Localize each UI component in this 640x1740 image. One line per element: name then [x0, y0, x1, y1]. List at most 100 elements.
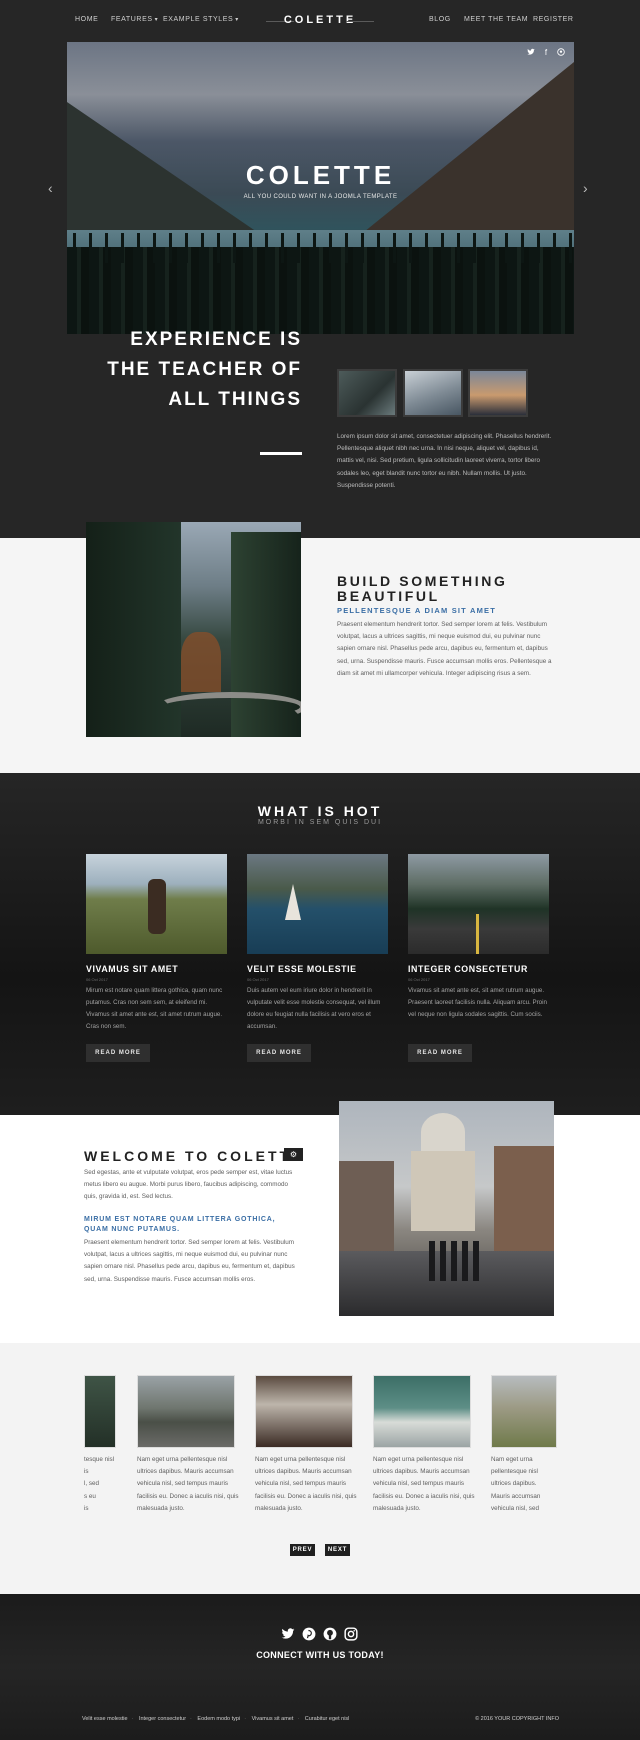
instagram-icon[interactable]: [344, 1627, 358, 1641]
cathedral: [411, 1151, 475, 1231]
footer-links: Velit esse molestie · Integer consectetur…: [82, 1716, 349, 1722]
title-underline: [260, 452, 302, 455]
footer-link-4[interactable]: Vivamus sit amet: [252, 1716, 294, 1722]
link-separator: ·: [190, 1716, 192, 1722]
carousel-text-2: Nam eget urna pellentesque nisl ultrices…: [255, 1456, 357, 1512]
footer-link-5[interactable]: Curabitur eget nisl: [305, 1716, 350, 1722]
build-title: BUILD SOMETHING BEAUTIFUL: [337, 573, 508, 604]
carousel-text-4: Nam eget urna pellentesque nisl ultrices…: [491, 1456, 541, 1512]
facebook-icon[interactable]: f: [541, 48, 551, 57]
hero-title: COLETTE: [245, 160, 396, 190]
building-left: [339, 1161, 394, 1261]
nav-features-label: FEATURES: [111, 16, 153, 23]
welcome-subtitle: MIRUM EST NOTARE QUAM LITTERA GOTHICA, Q…: [84, 1216, 276, 1233]
card-text-2: Duis autem vel eum iriure dolor in hendr…: [247, 987, 381, 1030]
card-image-road[interactable]: [408, 854, 549, 954]
nav-features[interactable]: FEATURES ▾: [111, 16, 158, 23]
what-is-hot-section: WHAT IS HOT MORBI IN SEM QUIS DUI VIVAMU…: [0, 773, 640, 1115]
chevron-down-icon: ▾: [235, 17, 239, 23]
hot-subtitle: MORBI IN SEM QUIS DUI: [257, 819, 383, 826]
twitter-icon[interactable]: [281, 1627, 295, 1641]
site-logo[interactable]: COLETTE: [270, 14, 370, 26]
build-text: Praesent elementum hendrerit tortor. Sed…: [337, 621, 552, 677]
card-date-1: 06 Oct 2017: [86, 977, 108, 982]
gallery-thumb-1[interactable]: [337, 369, 397, 417]
card-image-sailboat[interactable]: [247, 854, 388, 954]
welcome-body-text: Praesent elementum hendrerit tortor. Sed…: [84, 1239, 295, 1283]
chevron-down-icon: ▾: [154, 17, 159, 23]
logo-divider-right: [346, 21, 374, 22]
autumn-foliage: [181, 632, 221, 692]
carousel-text-partial: tesque nisl is l, sed s eu is: [84, 1456, 115, 1512]
connect-heading: CONNECT WITH US TODAY!: [256, 1650, 384, 1660]
hero-subtitle: ALL YOU COULD WANT IN A JOOMLA TEMPLATE: [243, 194, 398, 200]
build-section: BUILD SOMETHING BEAUTIFUL PELLENTESQUE A…: [0, 522, 640, 773]
road-line: [476, 914, 479, 954]
gallery-thumb-3[interactable]: [468, 369, 528, 417]
github-icon[interactable]: [323, 1627, 337, 1641]
read-more-button-3[interactable]: READ MORE: [408, 1044, 472, 1062]
sailboat: [285, 884, 301, 920]
link-separator: ·: [131, 1716, 134, 1722]
copyright: © 2016 YOUR COPYRIGHT INFO: [475, 1716, 559, 1722]
card-title-1[interactable]: VIVAMUS SIT AMET: [86, 964, 178, 974]
nav-meet-the-team[interactable]: MEET THE TEAM: [464, 16, 528, 23]
card-title-2[interactable]: VELIT ESSE MOLESTIE: [247, 964, 357, 974]
experience-text: Lorem ipsum dolor sit amet, consectetuer…: [337, 433, 552, 489]
winding-road: [156, 692, 301, 722]
site-header: HOME FEATURES ▾ EXAMPLE STYLES ▾ COLETTE B…: [0, 0, 640, 42]
site-footer: CONNECT WITH US TODAY! Velit esse molest…: [0, 1594, 640, 1740]
footer-link-1[interactable]: Velit esse molestie: [82, 1716, 128, 1722]
hot-title: WHAT IS HOT: [257, 803, 383, 819]
nav-home[interactable]: HOME: [75, 16, 98, 23]
forest: [67, 233, 574, 334]
gallery-thumb-2[interactable]: [403, 369, 463, 417]
forest-road-image: [86, 522, 301, 737]
carousel-image-partial[interactable]: [84, 1375, 116, 1448]
hero-slide-image: COLETTE ALL YOU COULD WANT IN A JOOMLA T…: [67, 42, 574, 334]
read-more-button-2[interactable]: READ MORE: [247, 1044, 311, 1062]
mountain-right: [364, 62, 574, 232]
carousel-prev-button[interactable]: PREV: [290, 1544, 315, 1556]
card-date-2: 06 Oct 2017: [247, 977, 269, 982]
cathedral-dome: [421, 1113, 465, 1151]
building-right: [494, 1146, 554, 1266]
nav-register[interactable]: REGISTER: [533, 16, 574, 23]
gear-icon[interactable]: ⚙: [284, 1148, 303, 1161]
carousel-section: tesque nisl is l, sed s eu is Nam eget u…: [0, 1343, 640, 1594]
link-separator: ·: [297, 1716, 300, 1722]
card-text-3: Vivamus sit amet ante est, sit amet rutr…: [408, 987, 547, 1018]
nav-blog[interactable]: BLOG: [429, 16, 451, 23]
nav-example-styles-label: EXAMPLE STYLES: [163, 16, 234, 23]
read-more-button-1[interactable]: READ MORE: [86, 1044, 150, 1062]
carousel-text-3: Nam eget urna pellentesque nisl ultrices…: [373, 1456, 475, 1512]
pinterest-icon[interactable]: [302, 1627, 316, 1641]
card-text-1: Mirum est notare quam littera gothica, q…: [86, 987, 223, 1030]
card-date-3: 06 Oct 2017: [408, 977, 430, 982]
pinterest-icon[interactable]: [556, 48, 566, 58]
welcome-section: WELCOME TO COLETTE ⚙ Sed egestas, ante e…: [0, 1101, 640, 1343]
carousel-next-button[interactable]: NEXT: [325, 1544, 350, 1556]
pedestrians: [429, 1241, 479, 1281]
nav-example-styles[interactable]: EXAMPLE STYLES ▾: [163, 16, 239, 23]
cathedral-bridge-image: [339, 1101, 554, 1316]
hero-section: ‹ COLETTE ALL YOU COULD WANT IN A JOOMLA…: [0, 42, 640, 538]
card-title-3[interactable]: INTEGER CONSECTETUR: [408, 964, 528, 974]
footer-link-3[interactable]: Eodem modo typi: [197, 1716, 240, 1722]
hiker-figure: [148, 879, 166, 934]
card-image-hiker[interactable]: [86, 854, 227, 954]
twitter-icon[interactable]: [526, 48, 536, 58]
carousel-image-2[interactable]: [255, 1375, 353, 1448]
footer-link-2[interactable]: Integer consectetur: [139, 1716, 186, 1722]
carousel-image-1[interactable]: [137, 1375, 235, 1448]
build-subtitle: PELLENTESQUE A DIAM SIT AMET: [337, 606, 497, 615]
slider-next-arrow-icon[interactable]: ›: [583, 180, 588, 196]
carousel-text-1: Nam eget urna pellentesque nisl ultrices…: [137, 1456, 239, 1512]
welcome-intro-text: Sed egestas, ante et vulputate volutpat,…: [84, 1169, 293, 1201]
carousel-image-3[interactable]: [373, 1375, 471, 1448]
link-separator: ·: [244, 1716, 247, 1722]
experience-title: EXPERIENCE IS THE TEACHER OF ALL THINGS: [107, 329, 302, 410]
welcome-title: WELCOME TO COLETTE: [84, 1148, 304, 1164]
carousel-image-4[interactable]: [491, 1375, 557, 1448]
slider-prev-arrow-icon[interactable]: ‹: [48, 180, 53, 196]
